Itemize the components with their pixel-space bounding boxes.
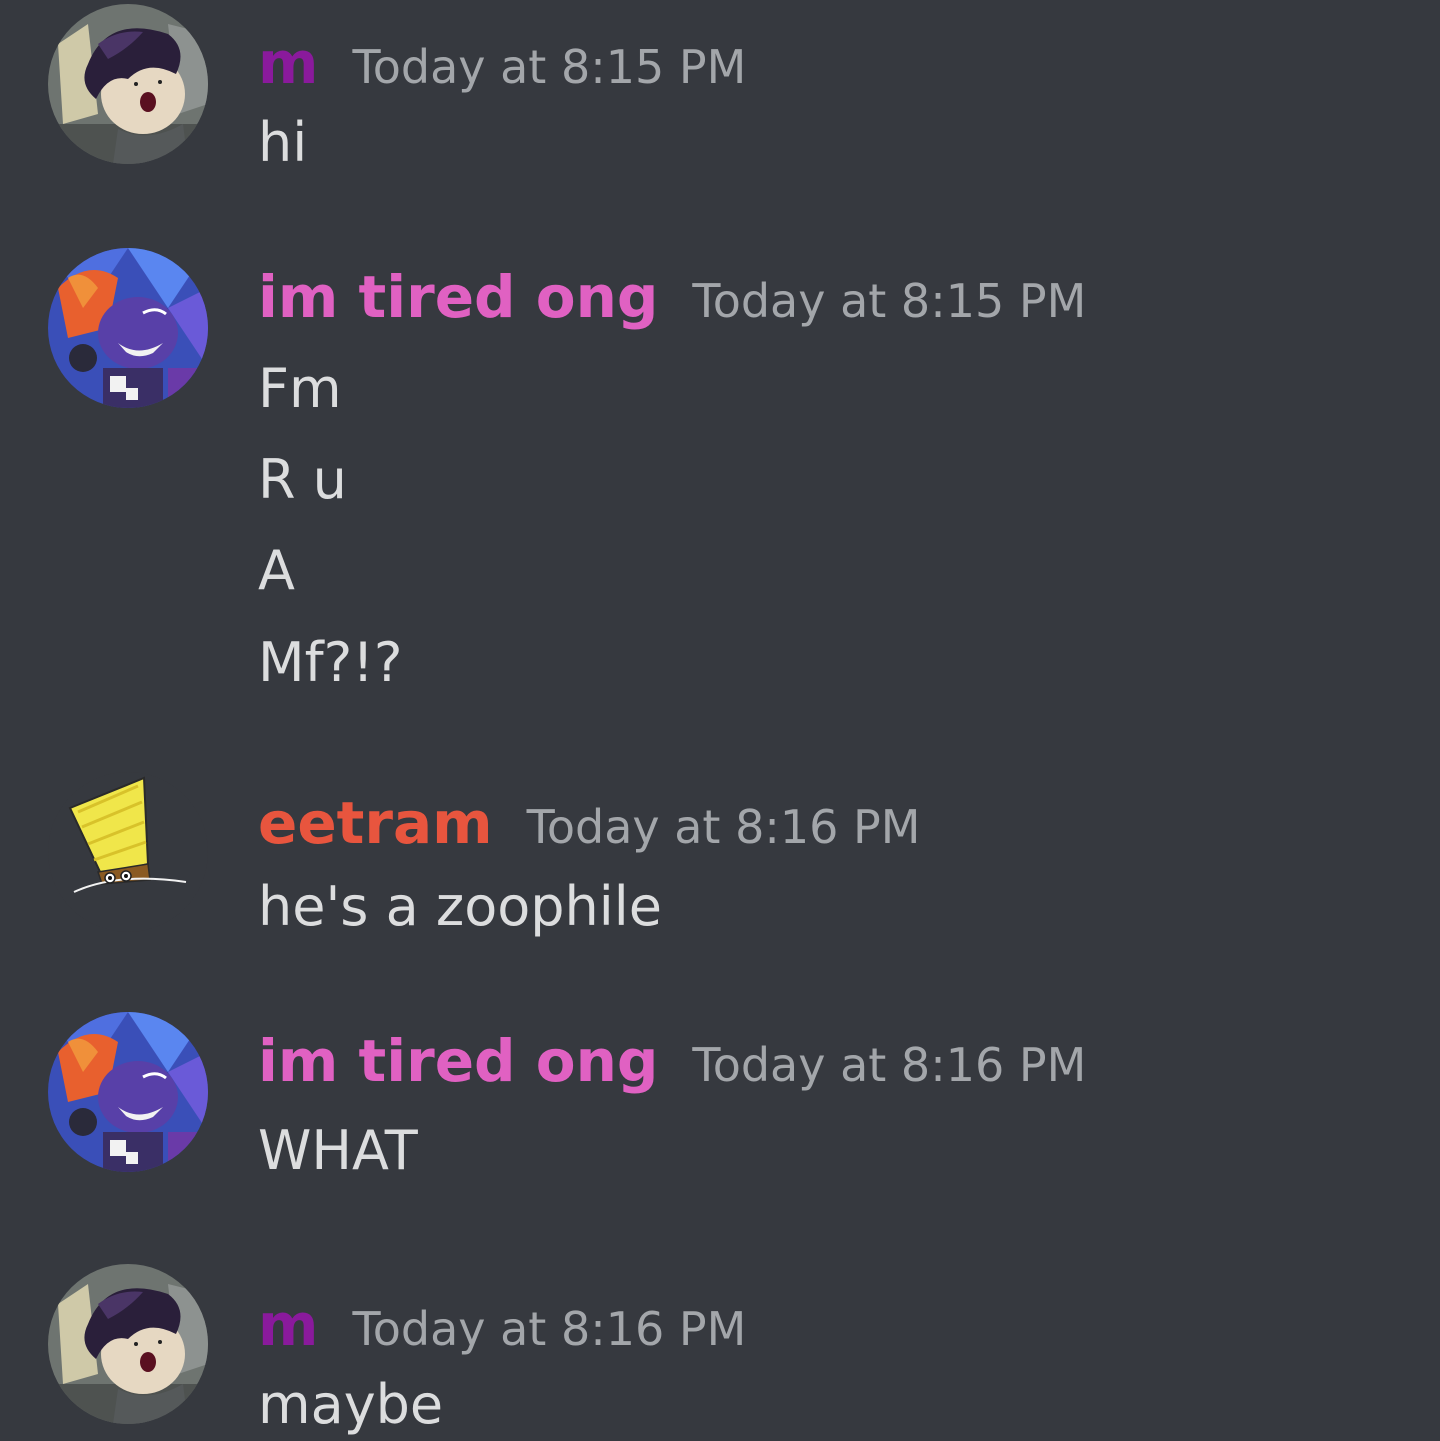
username[interactable]: eetram — [258, 794, 493, 852]
avatar-image-icon — [48, 4, 208, 164]
avatar-image-icon — [48, 1264, 208, 1424]
timestamp[interactable]: Today at 8:16 PM — [527, 804, 921, 850]
message-text: Mf?!? — [258, 631, 403, 694]
username[interactable]: im tired ong — [258, 1032, 658, 1090]
avatar-image-icon — [68, 776, 187, 893]
timestamp[interactable]: Today at 8:15 PM — [692, 278, 1086, 324]
message-text: he's a zoophile — [258, 875, 662, 938]
username[interactable]: m — [258, 34, 318, 92]
message-text: A — [258, 539, 295, 602]
fox-character-avatar[interactable] — [48, 1012, 208, 1172]
message-text: Fm — [258, 357, 342, 420]
timestamp[interactable]: Today at 8:16 PM — [352, 1306, 746, 1352]
timestamp[interactable]: Today at 8:16 PM — [692, 1042, 1086, 1088]
message-text: hi — [258, 111, 308, 174]
avatar-image-icon — [48, 1012, 208, 1172]
username[interactable]: im tired ong — [258, 268, 658, 326]
timestamp[interactable]: Today at 8:15 PM — [352, 44, 746, 90]
dark-haired-character-avatar[interactable] — [48, 4, 208, 164]
avatar-image-icon — [48, 248, 208, 408]
message-text: WHAT — [258, 1119, 418, 1182]
fox-character-avatar[interactable] — [48, 248, 208, 408]
message-text: R u — [258, 448, 347, 511]
username[interactable]: m — [258, 1296, 318, 1354]
dark-haired-character-avatar[interactable] — [48, 1264, 208, 1424]
message-text: maybe — [258, 1373, 444, 1436]
yellow-hat-avatar[interactable] — [48, 772, 208, 932]
